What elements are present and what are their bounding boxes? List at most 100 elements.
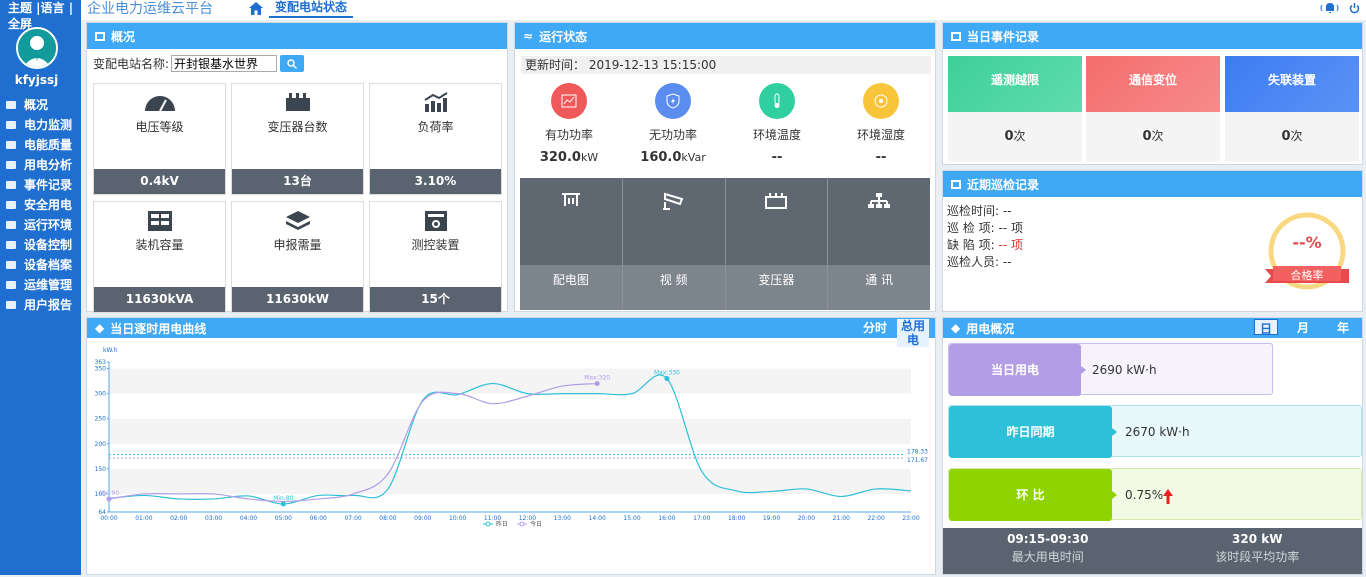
grid-band — [109, 418, 911, 444]
menu-icon — [6, 201, 16, 209]
active-power-icon — [551, 83, 587, 119]
panel-header: 当日事件记录 — [943, 23, 1362, 49]
usage-today: 当日用电 2690 kW·h — [948, 343, 1273, 396]
legend-label: 昨日 — [496, 520, 508, 528]
period-day[interactable]: 日 — [1254, 319, 1278, 336]
tab-station-status[interactable]: 变配电站状态 — [269, 0, 354, 18]
card-capacity[interactable]: 装机容量 11630kVA — [93, 201, 226, 313]
period-month[interactable]: 月 — [1297, 319, 1309, 336]
avatar — [16, 27, 58, 69]
bell-icon[interactable] — [1319, 2, 1341, 17]
menu-item[interactable]: 设备控制 — [0, 235, 81, 255]
panel-header: ◆ 当日逐时用电曲线 — [87, 318, 935, 338]
tile-video[interactable]: 视 频 — [622, 178, 726, 310]
status-icon: ≈ — [523, 29, 534, 43]
card-transformers[interactable]: 变压器台数 13台 — [231, 83, 364, 195]
annotation-point — [664, 376, 670, 382]
pass-rate-label: 合格率 — [1290, 269, 1324, 282]
x-tick-label: 19:00 — [763, 515, 780, 522]
menu-item[interactable]: 电能质量 — [0, 135, 81, 155]
legend-marker — [485, 521, 491, 527]
diagram-icon — [560, 192, 582, 213]
menu-item[interactable]: 运维管理 — [0, 275, 81, 295]
x-tick-label: 06:00 — [310, 515, 327, 522]
search-button[interactable] — [280, 55, 305, 72]
transformer-icon — [764, 192, 788, 213]
menu-item[interactable]: 用电分析 — [0, 155, 81, 175]
card-value: 0.4kV — [94, 169, 225, 194]
menu-item[interactable]: 用户报告 — [0, 295, 81, 315]
legend-label: 今日 — [530, 520, 542, 528]
patrol-panel: 近期巡检记录 巡检时间: -- 巡 检 项: -- 项 缺 陷 项: -- 项 … — [942, 170, 1363, 312]
tile-diagram[interactable]: 配电图 — [520, 178, 623, 310]
annotation-label: Max:320 — [584, 375, 610, 382]
y-tick-label: 250 — [95, 416, 107, 423]
grid-band — [109, 468, 911, 494]
event-offline[interactable]: 失联装置 0次 — [1225, 56, 1359, 162]
menu-item[interactable]: 运行环境 — [0, 215, 81, 235]
pass-rate-value: --% — [1292, 233, 1322, 252]
annotation-point — [280, 501, 286, 507]
top-actions — [1319, 2, 1360, 17]
card-load-rate[interactable]: 负荷率 3.10% — [369, 83, 502, 195]
btn-time-of-use[interactable]: 分时 — [863, 319, 887, 336]
patrol-defects: 缺 陷 项: -- 项 — [947, 238, 1023, 252]
menu-icon — [6, 241, 16, 249]
panel-header: 近期巡检记录 — [943, 171, 1362, 197]
usage-panel: ◆ 用电概况 日 月 年 当日用电 2690 kW·h 昨日同期 2670 kW·… — [942, 317, 1363, 575]
average-label: 171.67 — [907, 457, 928, 464]
tile-transformer[interactable]: 变压器 — [725, 178, 829, 310]
brand-title: 企业电力运维云平台 — [87, 1, 213, 17]
thermometer-icon — [759, 83, 795, 119]
menu-icon — [6, 161, 16, 169]
x-tick-label: 22:00 — [867, 515, 884, 522]
card-demand[interactable]: 申报需量 11630kW — [231, 201, 364, 313]
tile-comms[interactable]: 通 讯 — [828, 178, 930, 310]
x-tick-label: 21:00 — [833, 515, 850, 522]
panel-icon — [95, 31, 105, 41]
event-telemetry[interactable]: 遥测越限 0次 — [948, 56, 1082, 162]
card-label: 申报需量 — [273, 238, 322, 252]
x-tick-label: 08:00 — [379, 515, 396, 522]
x-tick-label: 10:00 — [449, 515, 466, 522]
username: kfyjssj — [14, 73, 59, 87]
average-label: 178.33 — [907, 449, 928, 456]
card-voltage[interactable]: 电压等级 0.4kV — [93, 83, 226, 195]
usage-footer: 09:15-09:30 最大用电时间 320 kW 该时段平均功率 — [943, 528, 1362, 574]
y-tick-label: 200 — [95, 441, 107, 448]
grid-band — [109, 368, 911, 394]
menu-item[interactable]: 安全用电 — [0, 195, 81, 215]
home-icon[interactable] — [249, 2, 263, 18]
x-tick-label: 15:00 — [623, 515, 640, 522]
menu-item[interactable]: 电力监测 — [0, 115, 81, 135]
annotation-point — [106, 496, 112, 502]
legend-marker — [519, 521, 525, 527]
card-label: 负荷率 — [417, 120, 454, 134]
overview-panel: 概况 变配电站名称: 电压等级 0.4kV 变压器台数 13台 负荷率 3.10… — [86, 22, 508, 313]
card-devices[interactable]: 测控装置 15个 — [369, 201, 502, 313]
event-comm[interactable]: 通信变位 0次 — [1086, 56, 1220, 162]
card-value: 13台 — [232, 169, 363, 194]
x-tick-label: 09:00 — [414, 515, 431, 522]
status-tiles: 配电图 视 频 变压器 通 讯 — [520, 178, 930, 310]
menu-item[interactable]: 事件记录 — [0, 175, 81, 195]
shield-icon — [655, 83, 691, 119]
x-tick-label: 01:00 — [135, 515, 152, 522]
menu-icon — [6, 281, 16, 289]
station-input[interactable] — [171, 55, 278, 72]
card-value: 15个 — [370, 287, 501, 312]
status-temperature: 环境温度 -- — [725, 83, 829, 165]
cabinet-icon — [147, 210, 173, 235]
events-panel: 当日事件记录 遥测越限 0次 通信变位 0次 失联装置 0次 — [942, 22, 1363, 165]
period-year[interactable]: 年 — [1337, 319, 1349, 336]
menu-icon — [6, 141, 16, 149]
panel-icon — [951, 179, 961, 189]
x-tick-label: 14:00 — [589, 515, 606, 522]
power-icon[interactable] — [1349, 2, 1360, 17]
menu-item[interactable]: 概况 — [0, 95, 81, 115]
panel-header: 概况 — [87, 23, 507, 49]
menu-item[interactable]: 设备档案 — [0, 255, 81, 275]
x-tick-label: 20:00 — [798, 515, 815, 522]
event-label: 通信变位 — [1086, 56, 1220, 112]
card-label: 变压器台数 — [267, 120, 328, 134]
